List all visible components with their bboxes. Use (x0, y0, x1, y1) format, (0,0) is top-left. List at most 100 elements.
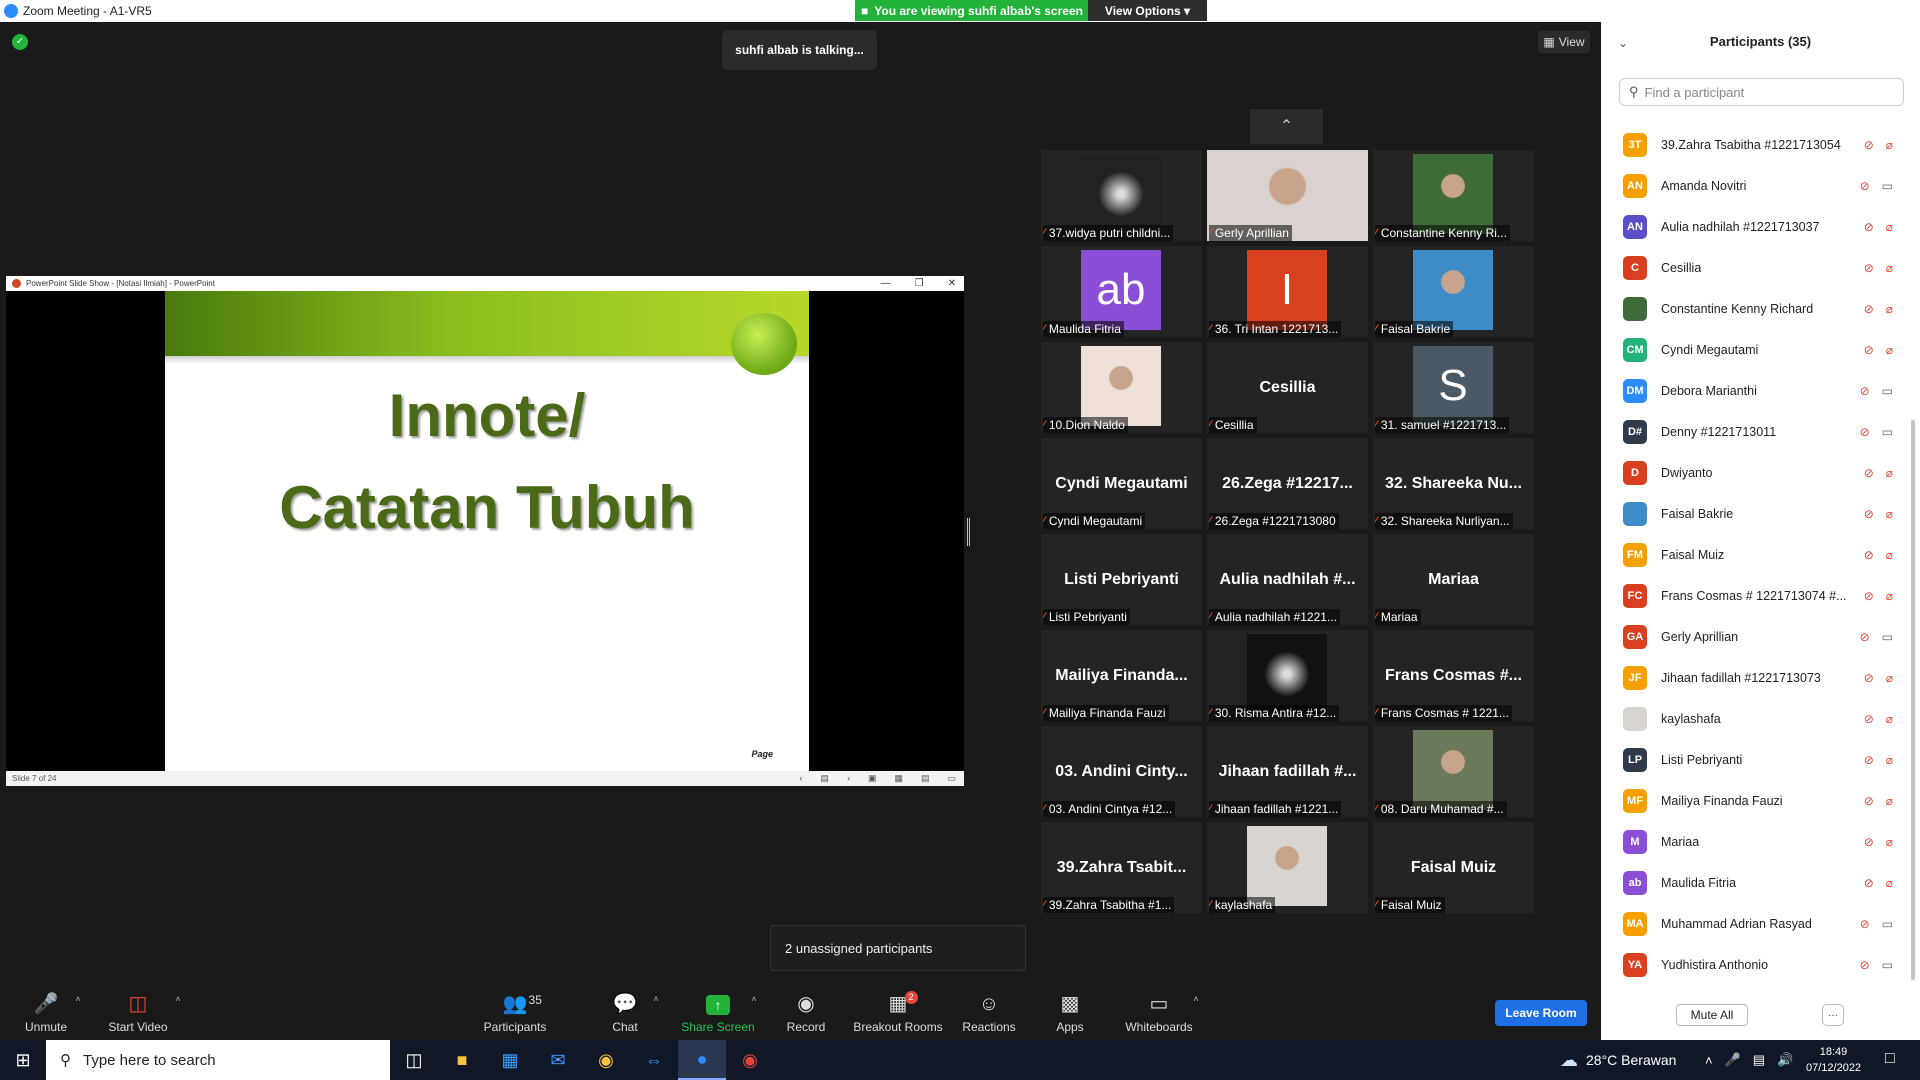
notifications-icon[interactable]: □ (1885, 1050, 1895, 1068)
record-button[interactable]: ◉ Record (780, 980, 832, 1038)
video-tile[interactable]: Cesillia ∕ Cesillia (1207, 342, 1368, 433)
participant-row[interactable]: GA Gerly Aprillian ⊘ ▭ (1601, 616, 1901, 657)
whiteboards-button[interactable]: ▭ Whiteboards (1122, 980, 1196, 1038)
participant-row[interactable]: YA Yudhistira Anthonio ⊘ ▭ (1601, 944, 1901, 985)
share-options-caret[interactable]: ˄ (746, 980, 762, 1038)
windows-start-icon[interactable]: ⊞ (0, 1040, 46, 1080)
participant-row[interactable]: Constantine Kenny Richard ⊘ ⌀ (1601, 288, 1901, 329)
participant-row[interactable]: ab Maulida Fitria ⊘ ⌀ (1601, 862, 1901, 903)
muted-mic-icon: ⊘ (1863, 875, 1874, 890)
whiteboard-options-caret[interactable]: ˄ (1188, 980, 1204, 1038)
unmute-button[interactable]: 🎤 Unmute (22, 980, 70, 1038)
viewing-label: ■ You are viewing suhfi albab's screen (855, 0, 1088, 21)
participant-row[interactable]: kaylashafa ⊘ ⌀ (1601, 698, 1901, 739)
zoom-taskbar-icon[interactable]: ● (678, 1040, 726, 1080)
video-tile[interactable]: Faisal Muiz ∕ Faisal Muiz (1373, 822, 1534, 913)
video-tile[interactable]: ab ∕ Maulida Fitria (1041, 246, 1202, 337)
video-tile[interactable]: 39.Zahra Tsabit... ∕ 39.Zahra Tsabitha #1.… (1041, 822, 1202, 913)
taskbar-search-box[interactable]: ⚲ Type here to search (46, 1040, 390, 1080)
audio-options-caret[interactable]: ˄ (70, 980, 86, 1038)
taskbar-clock[interactable]: 18:49 07/12/2022 (1806, 1044, 1861, 1076)
participant-row[interactable]: D# Denny #1221713011 ⊘ ▭ (1601, 411, 1901, 452)
participant-row[interactable]: Faisal Bakrie ⊘ ⌀ (1601, 493, 1901, 534)
chrome-icon[interactable]: ◉ (582, 1040, 630, 1080)
split-resize-handle[interactable] (967, 518, 970, 546)
security-shield-icon[interactable]: ✓ (12, 34, 28, 50)
task-view-icon[interactable]: ◫ (390, 1040, 438, 1080)
video-tile[interactable]: I ∕ 36. Tri Intan 1221713... (1207, 246, 1368, 337)
weather-widget[interactable]: ☁ 28°C Berawan (1560, 1040, 1676, 1080)
participant-row[interactable]: AN Amanda Novitri ⊘ ▭ (1601, 165, 1901, 206)
more-options-button[interactable]: ··· (1822, 1004, 1844, 1026)
slideshow-controls: ‹ ▤ › ▣ ▦ ▤ ▭ (799, 773, 964, 784)
chevron-up-icon[interactable]: ˄ (1705, 1053, 1713, 1068)
gallery-scroll-up-button[interactable]: ⌃ (1250, 109, 1323, 144)
video-tile[interactable]: Aulia nadhilah #... ∕ Aulia nadhilah #1221… (1207, 534, 1368, 625)
chrome-profile-icon[interactable]: ◉ (726, 1040, 774, 1080)
leave-room-button[interactable]: Leave Room (1495, 1000, 1587, 1026)
participant-row[interactable]: MF Mailiya Finanda Fauzi ⊘ ⌀ (1601, 780, 1901, 821)
participant-row[interactable]: D Dwiyanto ⊘ ⌀ (1601, 452, 1901, 493)
participant-row[interactable]: M Mariaa ⊘ ⌀ (1601, 821, 1901, 862)
window-title: Zoom Meeting - A1-VR5 (23, 4, 152, 18)
apps-button[interactable]: ▩ Apps (1050, 980, 1090, 1038)
participant-search-input[interactable]: ⚲ Find a participant (1619, 78, 1904, 106)
participant-row[interactable]: FC Frans Cosmas # 1221713074 #... ⊘ ⌀ (1601, 575, 1901, 616)
chat-button[interactable]: 💬 Chat (605, 980, 645, 1038)
video-tile[interactable]: ∕ 10.Dion Naldo (1041, 342, 1202, 433)
video-off-icon: ⌀ (1885, 260, 1893, 275)
video-tile[interactable]: S ∕ 31. samuel #1221713... (1373, 342, 1534, 433)
video-tile[interactable]: ∕ 08. Daru Muhamad #... (1373, 726, 1534, 817)
powerpoint-icon (12, 279, 21, 288)
participant-row[interactable]: LP Listi Pebriyanti ⊘ ⌀ (1601, 739, 1901, 780)
participant-row[interactable]: DM Debora Marianthi ⊘ ▭ (1601, 370, 1901, 411)
chat-options-caret[interactable]: ˄ (648, 980, 664, 1038)
network-icon[interactable]: ▤ (1753, 1052, 1765, 1068)
file-explorer-icon[interactable]: ■ (438, 1040, 486, 1080)
chevron-up-icon: ˄ (175, 994, 181, 1004)
teamviewer-icon[interactable]: ⇔ (630, 1040, 678, 1080)
video-tile[interactable]: Frans Cosmas #... ∕ Frans Cosmas # 1221... (1373, 630, 1534, 721)
video-tile[interactable]: Listi Pebriyanti ∕ Listi Pebriyanti (1041, 534, 1202, 625)
video-tile[interactable]: Cyndi Megautami ∕ Cyndi Megautami (1041, 438, 1202, 529)
participant-row[interactable]: FM Faisal Muiz ⊘ ⌀ (1601, 534, 1901, 575)
video-tile[interactable]: ∕ Constantine Kenny Ri... (1373, 150, 1534, 241)
share-screen-button[interactable]: ↑ Share Screen (680, 980, 756, 1038)
participant-row[interactable]: JF Jihaan fadillah #1221713073 ⊘ ⌀ (1601, 657, 1901, 698)
store-icon[interactable]: ▦ (486, 1040, 534, 1080)
mute-all-button[interactable]: Mute All (1676, 1004, 1748, 1026)
video-options-caret[interactable]: ˄ (170, 980, 186, 1038)
volume-icon[interactable]: 🔊 (1777, 1052, 1793, 1068)
video-off-icon: ⌀ (1885, 547, 1893, 562)
participant-avatar: CM (1623, 337, 1647, 362)
participant-row[interactable]: C Cesillia ⊘ ⌀ (1601, 247, 1901, 288)
shared-screen[interactable]: PowerPoint Slide Show - [Notasi Ilmiah] … (6, 276, 964, 786)
participants-button[interactable]: 👥 35 Participants (480, 980, 550, 1038)
video-tile[interactable]: ∕ 37.widya putri childni... (1041, 150, 1202, 241)
video-tile[interactable]: ∕ Faisal Bakrie (1373, 246, 1534, 337)
video-tile[interactable]: 26.Zega #12217... ∕ 26.Zega #1221713080 (1207, 438, 1368, 529)
microphone-icon[interactable]: 🎤 (1725, 1052, 1741, 1068)
video-tile[interactable]: ∕ 30. Risma Antira #12... (1207, 630, 1368, 721)
participant-row[interactable]: AN Aulia nadhilah #1221713037 ⊘ ⌀ (1601, 206, 1901, 247)
view-options-button[interactable]: View Options ▾ (1088, 0, 1207, 21)
participant-row[interactable]: 3T 39.Zahra Tsabitha #1221713054 ⊘ ⌀ (1601, 124, 1901, 165)
participants-scrollbar[interactable] (1911, 420, 1915, 980)
video-tile[interactable]: ∕ Gerly Aprillian (1207, 150, 1368, 241)
tile-avatar: S (1413, 346, 1493, 426)
video-tile[interactable]: 03. Andini Cinty... ∕ 03. Andini Cintya #1… (1041, 726, 1202, 817)
participant-row[interactable]: MA Muhammad Adrian Rasyad ⊘ ▭ (1601, 903, 1901, 944)
view-button[interactable]: ▦ View (1538, 31, 1590, 53)
participant-status-icons: ⊘ ⌀ (1864, 220, 1893, 234)
video-tile[interactable]: Jihaan fadillah #... ∕ Jihaan fadillah #12… (1207, 726, 1368, 817)
start-video-button[interactable]: ◫ Start Video (106, 980, 170, 1038)
video-tile[interactable]: ∕ kaylashafa (1207, 822, 1368, 913)
video-tile[interactable]: Mailiya Finanda... ∕ Mailiya Finanda Fauzi (1041, 630, 1202, 721)
video-tile[interactable]: 32. Shareeka Nu... ∕ 32. Shareeka Nurliyan… (1373, 438, 1534, 529)
participant-row[interactable]: CM Cyndi Megautami ⊘ ⌀ (1601, 329, 1901, 370)
breakout-rooms-button[interactable]: ▦ 2 Breakout Rooms (852, 980, 944, 1038)
unassigned-participants-tooltip[interactable]: 2 unassigned participants (770, 925, 1026, 971)
mail-icon[interactable]: ✉ (534, 1040, 582, 1080)
reactions-button[interactable]: ☺ Reactions (960, 980, 1018, 1038)
video-tile[interactable]: Mariaa ∕ Mariaa (1373, 534, 1534, 625)
